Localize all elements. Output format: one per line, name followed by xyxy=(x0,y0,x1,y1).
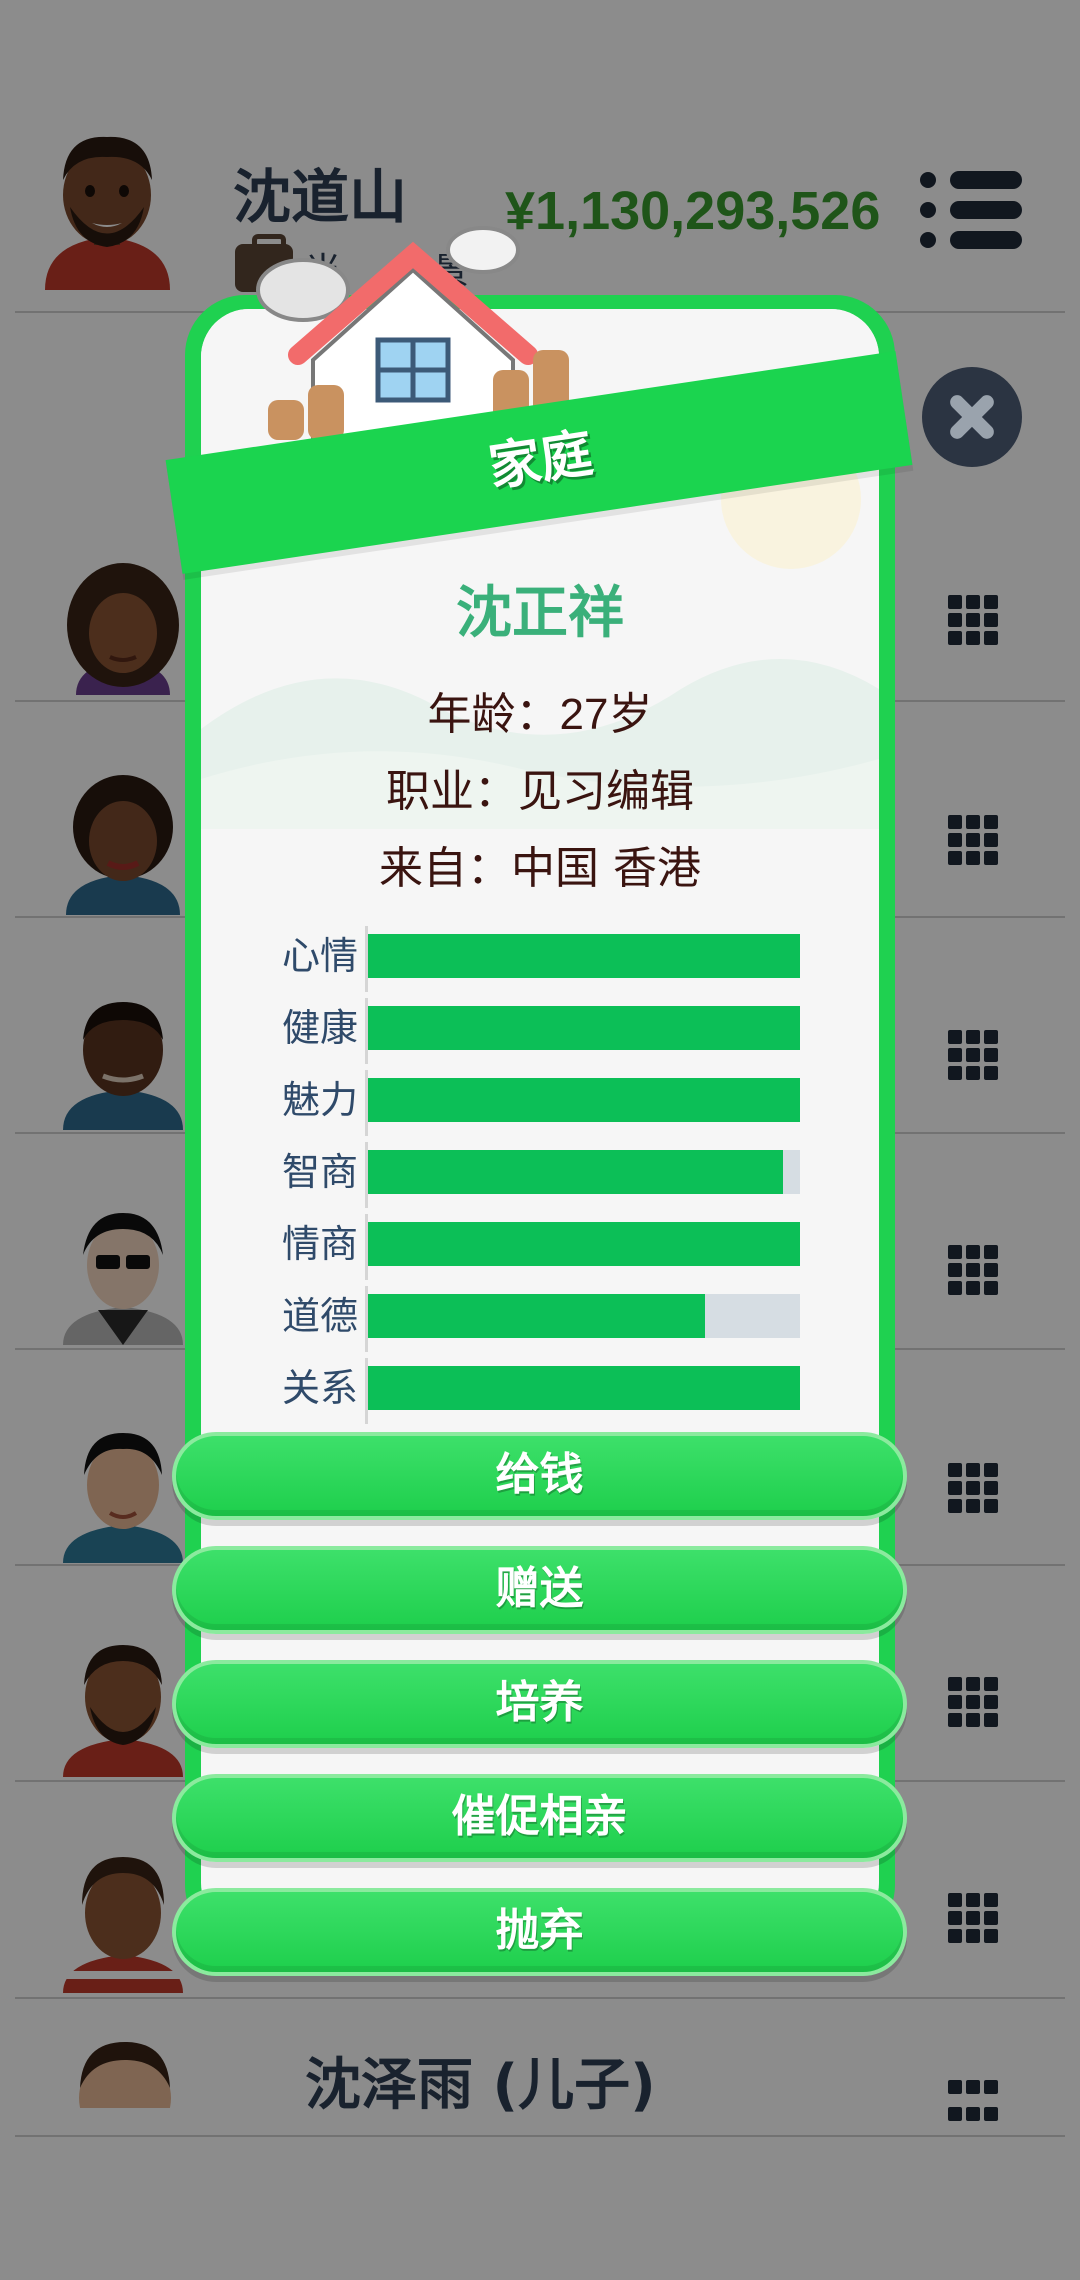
stat-bar xyxy=(368,1078,800,1122)
close-icon[interactable] xyxy=(922,367,1022,467)
stat-row: 关系 xyxy=(270,1358,800,1424)
stat-bar xyxy=(368,1294,705,1338)
stat-track xyxy=(368,1006,800,1050)
stat-row: 道德 xyxy=(270,1286,800,1352)
action-button[interactable]: 抛弃 xyxy=(172,1888,907,1976)
action-button[interactable]: 给钱 xyxy=(172,1432,907,1520)
stat-track xyxy=(368,1294,800,1338)
age-line: 年龄：27岁 xyxy=(185,678,895,742)
stat-label: 魅力 xyxy=(281,1078,358,1122)
stat-label: 心情 xyxy=(281,934,358,978)
stat-row: 魅力 xyxy=(270,1070,800,1136)
stat-track xyxy=(368,1078,800,1122)
from-line: 来自：中国 香港 xyxy=(185,832,895,896)
stat-row: 情商 xyxy=(270,1214,800,1280)
stat-label: 健康 xyxy=(281,1006,358,1050)
age-label: 年龄： xyxy=(427,689,560,740)
stat-bar xyxy=(368,934,800,978)
from-label: 来自： xyxy=(379,843,511,894)
stat-label: 情商 xyxy=(281,1222,358,1266)
stat-bar xyxy=(368,1366,800,1410)
stat-track xyxy=(368,1222,800,1266)
stat-track xyxy=(368,934,800,978)
stat-label: 关系 xyxy=(281,1366,358,1410)
stat-row: 心情 xyxy=(270,926,800,992)
person-name: 沈正祥 xyxy=(456,581,624,646)
stat-bar xyxy=(368,1150,783,1194)
stat-bar xyxy=(368,1006,800,1050)
job-label: 职业： xyxy=(386,766,518,817)
age-value: 27岁 xyxy=(559,690,653,739)
stat-label: 智商 xyxy=(281,1150,358,1194)
action-button[interactable]: 催促相亲 xyxy=(172,1774,907,1862)
job-value: 见习编辑 xyxy=(518,766,694,817)
action-button[interactable]: 赠送 xyxy=(172,1546,907,1634)
stat-track xyxy=(368,1150,800,1194)
from-value: 中国 香港 xyxy=(511,843,701,894)
stat-bar xyxy=(368,1222,800,1266)
job-line: 职业：见习编辑 xyxy=(185,755,895,819)
stat-row: 健康 xyxy=(270,998,800,1064)
action-button[interactable]: 培养 xyxy=(172,1660,907,1748)
stat-row: 智商 xyxy=(270,1142,800,1208)
stat-track xyxy=(368,1366,800,1410)
stat-label: 道德 xyxy=(281,1294,358,1338)
